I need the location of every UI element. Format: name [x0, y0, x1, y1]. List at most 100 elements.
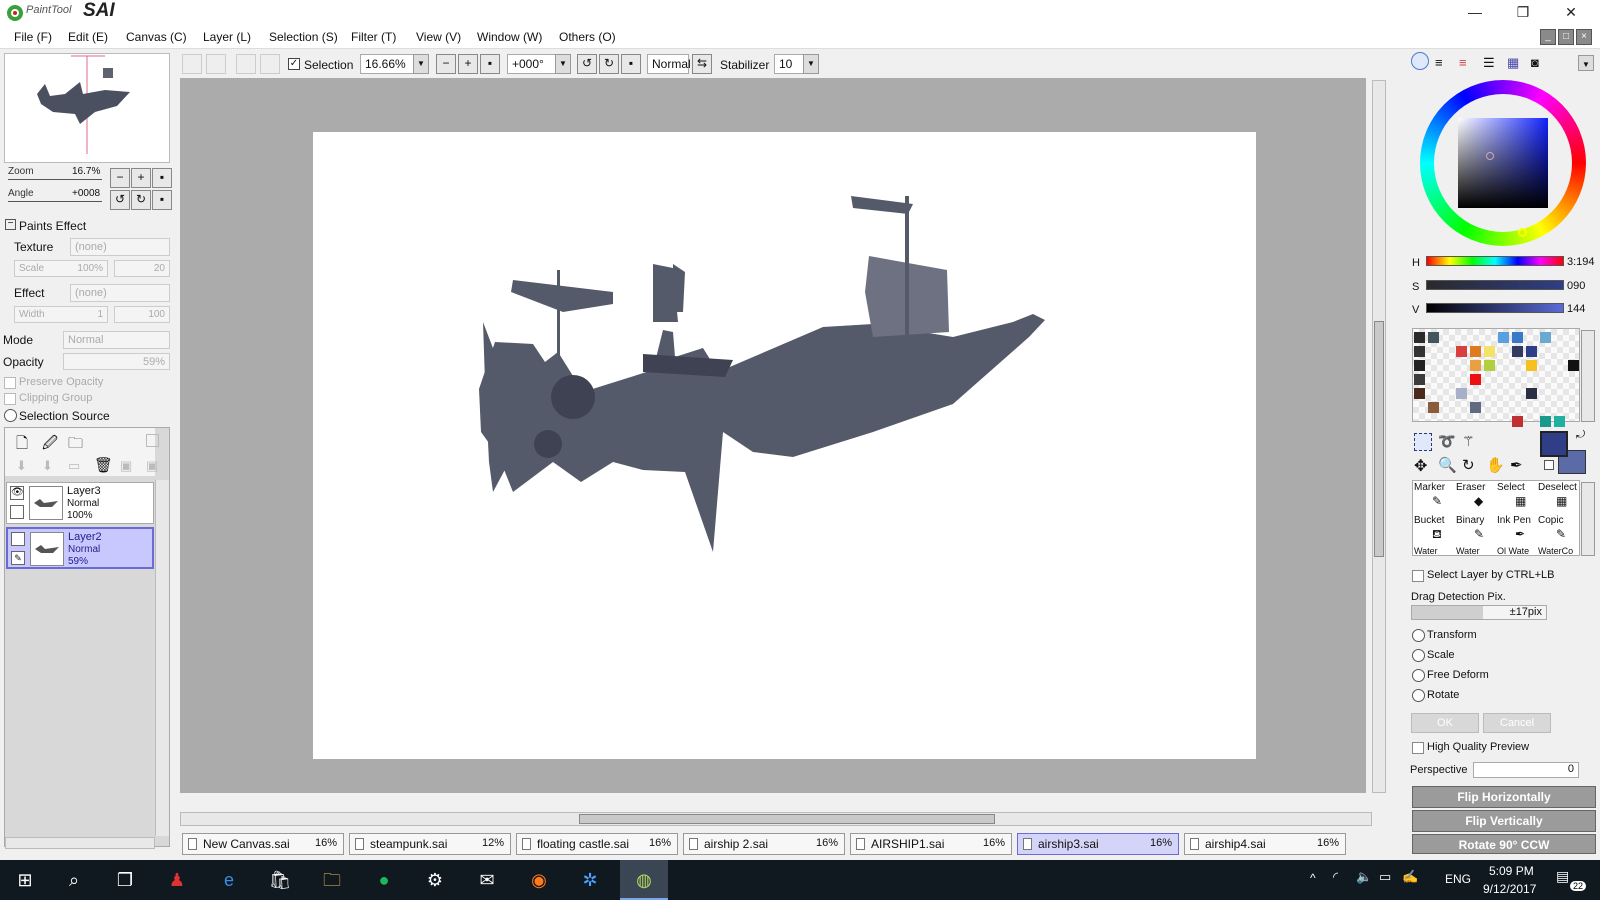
tool-watercolor[interactable]: WaterCo: [1538, 546, 1573, 556]
rotate-radio[interactable]: [1412, 689, 1425, 702]
swatch[interactable]: [1526, 388, 1537, 399]
transform-radio[interactable]: [1412, 629, 1425, 642]
tool-binary[interactable]: Binary: [1456, 515, 1484, 526]
pen-edit-icon[interactable]: ✎: [11, 551, 25, 565]
menu-selection[interactable]: Selection (S): [269, 30, 338, 44]
ok-button[interactable]: OK: [1411, 713, 1479, 733]
doc-tab-active[interactable]: airship3.sai 16%: [1017, 833, 1179, 855]
select-layer-ctrl-checkbox[interactable]: [1412, 570, 1424, 582]
undo-icon[interactable]: [182, 54, 202, 74]
zoom-dropdown-icon[interactable]: ▼: [413, 54, 429, 74]
new-linework-layer-icon[interactable]: 🖉: [42, 433, 58, 458]
doc-tab[interactable]: floating castle.sai 16%: [516, 833, 678, 855]
app-character-icon[interactable]: ♟: [163, 866, 191, 894]
menu-filter[interactable]: Filter (T): [351, 30, 396, 44]
zoom-in-icon[interactable]: +: [458, 54, 478, 74]
file-explorer-icon[interactable]: 🗀: [318, 866, 346, 894]
marquee-select-icon[interactable]: [1414, 433, 1432, 451]
effect-select[interactable]: (none): [70, 284, 170, 302]
doc-tab[interactable]: airship 2.sai 16%: [683, 833, 845, 855]
vertical-scrollbar[interactable]: [1372, 80, 1386, 793]
tool-water-1[interactable]: Water: [1414, 546, 1438, 556]
clipping-group-checkbox[interactable]: [4, 393, 16, 405]
mdi-restore-icon[interactable]: □: [1558, 29, 1574, 45]
swatch[interactable]: [1470, 360, 1481, 371]
new-folder-icon[interactable]: 🗀: [68, 433, 83, 458]
hq-preview-checkbox[interactable]: [1412, 742, 1424, 754]
tool-select[interactable]: Select: [1497, 482, 1525, 493]
rotate-tool-icon[interactable]: ↻: [1462, 456, 1475, 474]
clock-date[interactable]: 9/12/2017: [1483, 882, 1536, 896]
rgb-slider-mode-icon[interactable]: ≡: [1435, 55, 1443, 70]
eyedropper-icon[interactable]: ✒: [1510, 456, 1523, 474]
nav-zoom-in-icon[interactable]: +: [131, 168, 151, 188]
restore-button[interactable]: ❐: [1500, 0, 1546, 27]
menu-layer[interactable]: Layer (L): [203, 30, 251, 44]
language-indicator[interactable]: ENG: [1445, 872, 1471, 886]
flip-horizontally-button[interactable]: Flip Horizontally: [1412, 786, 1596, 808]
swatch[interactable]: [1470, 402, 1481, 413]
swatch[interactable]: [1470, 346, 1481, 357]
tools-scrollbar[interactable]: [1581, 482, 1595, 556]
menu-others[interactable]: Others (O): [559, 30, 616, 44]
scratchpad-mode-icon[interactable]: ◙: [1531, 55, 1539, 70]
clock-time[interactable]: 5:09 PM: [1489, 864, 1534, 878]
color-list-mode-icon[interactable]: ☰: [1483, 55, 1495, 71]
move-tool-icon[interactable]: ✥: [1414, 456, 1427, 476]
swatch[interactable]: [1470, 374, 1481, 385]
navigator-preview[interactable]: [4, 53, 170, 163]
horizontal-scroll-thumb[interactable]: [579, 814, 995, 824]
opacity-slider[interactable]: 59%: [63, 353, 170, 370]
swatch[interactable]: [1414, 346, 1425, 357]
menu-edit[interactable]: Edit (E): [68, 30, 108, 44]
doc-tab[interactable]: AIRSHIP1.sai 16%: [850, 833, 1012, 855]
show-hidden-icons-icon[interactable]: ^: [1310, 871, 1316, 885]
drawing-canvas[interactable]: [313, 132, 1256, 759]
swatch[interactable]: [1414, 360, 1425, 371]
task-view-icon[interactable]: ❐: [111, 866, 139, 894]
layer-scrollbar[interactable]: [155, 480, 169, 836]
minimize-button[interactable]: —: [1452, 0, 1498, 27]
tool-marker[interactable]: Marker: [1414, 482, 1445, 493]
battery-icon[interactable]: ▭: [1379, 869, 1391, 885]
texture-select[interactable]: (none): [70, 238, 170, 256]
layer-hscrollbar[interactable]: [5, 837, 155, 849]
width-slider[interactable]: Width 1: [14, 306, 108, 323]
layer-row-layer3[interactable]: 👁 Layer3 Normal 100%: [6, 482, 154, 524]
app-icon[interactable]: ✲: [576, 866, 604, 894]
steam-icon[interactable]: ⚙: [421, 866, 449, 894]
hue-cursor[interactable]: [1518, 228, 1527, 237]
action-center-icon[interactable]: ▤: [1556, 868, 1569, 885]
tool-ink-pen[interactable]: Ink Pen: [1497, 515, 1531, 526]
clear-layer-icon[interactable]: ▭: [68, 458, 80, 474]
s-slider[interactable]: [1426, 280, 1564, 290]
mdi-close-icon[interactable]: ×: [1576, 29, 1592, 45]
selection-checkbox[interactable]: ✓: [288, 58, 300, 70]
menu-window[interactable]: Window (W): [477, 30, 542, 44]
swatches-scrollbar[interactable]: [1581, 330, 1595, 422]
nav-zoom-out-icon[interactable]: −: [110, 168, 130, 188]
zoom-slider[interactable]: [8, 179, 102, 180]
pen-icon[interactable]: ✍: [1402, 869, 1418, 885]
collapse-icon[interactable]: −: [5, 219, 16, 230]
transparent-color-icon[interactable]: [1544, 460, 1554, 470]
panel-menu-icon[interactable]: ▼: [1578, 55, 1594, 71]
nav-rotate-reset-icon[interactable]: ▪: [152, 190, 172, 210]
stabilizer-dropdown-icon[interactable]: ▼: [803, 54, 819, 74]
cancel-button[interactable]: Cancel: [1483, 713, 1551, 733]
rotate-reset-icon[interactable]: ▪: [621, 54, 641, 74]
visibility-eye-icon[interactable]: 👁: [10, 486, 24, 500]
visibility-toggle[interactable]: [11, 532, 25, 546]
swatch[interactable]: [1456, 346, 1467, 357]
invert-selection-icon[interactable]: [260, 54, 280, 74]
zoom-reset-icon[interactable]: ▪: [480, 54, 500, 74]
swatch[interactable]: [1554, 416, 1565, 427]
close-button[interactable]: ✕: [1548, 0, 1594, 27]
vertical-scroll-thumb[interactable]: [1374, 321, 1384, 557]
selection-source-radio[interactable]: [4, 409, 17, 422]
layer-mask-icon[interactable]: [146, 434, 159, 447]
merge-down-icon[interactable]: ⬇: [42, 458, 53, 474]
transfer-down-icon[interactable]: ⬇: [16, 458, 27, 474]
doc-tab[interactable]: New Canvas.sai 16%: [182, 833, 344, 855]
swatch[interactable]: [1512, 416, 1523, 427]
